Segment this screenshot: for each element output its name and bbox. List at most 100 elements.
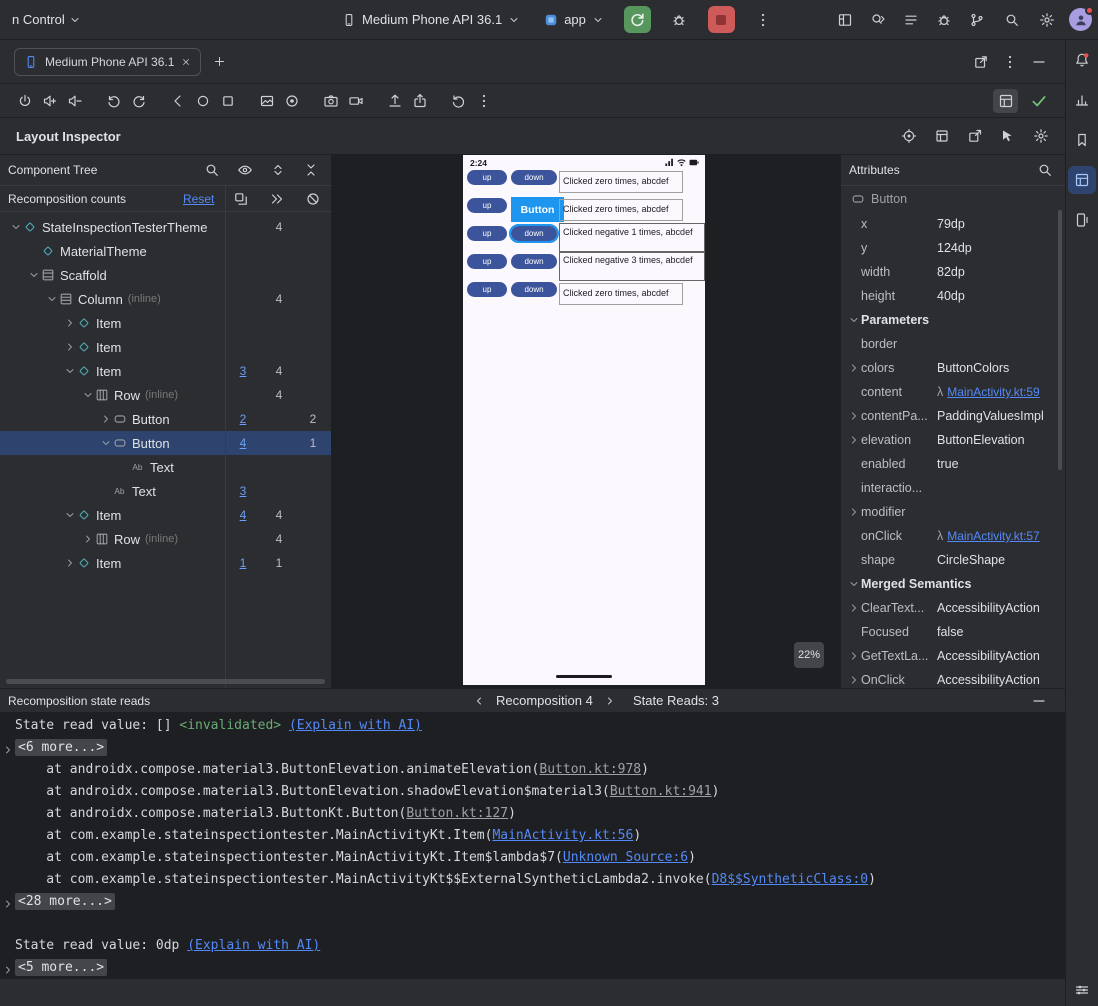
- source-location-link[interactable]: MainActivity.kt:59: [947, 385, 1039, 399]
- horizontal-scrollbar[interactable]: [6, 679, 325, 684]
- chevron-right-icon[interactable]: [847, 362, 861, 374]
- more-vertical-icon[interactable]: [471, 89, 496, 113]
- vertical-scrollbar[interactable]: [1058, 210, 1062, 470]
- skip-count-icon[interactable]: [269, 191, 285, 207]
- tree-row-row[interactable]: Row (inline) 4: [0, 527, 331, 551]
- recomposition-count-link[interactable]: 2: [226, 407, 260, 431]
- attribute-row-x[interactable]: x 79dp: [841, 212, 1065, 236]
- reset-counts-button[interactable]: Reset: [183, 192, 214, 206]
- chevron-right-icon[interactable]: [847, 434, 861, 446]
- down-button[interactable]: down: [511, 282, 557, 297]
- tree-row-column[interactable]: Column (inline) 4: [0, 287, 331, 311]
- tree-row-stateinspectiontestertheme[interactable]: StateInspectionTesterTheme 4: [0, 215, 331, 239]
- attribute-row-elevation[interactable]: elevation ButtonElevation: [841, 428, 1065, 452]
- close-tab-icon[interactable]: [181, 57, 191, 67]
- chevron-down-icon[interactable]: [62, 365, 77, 377]
- hide-console-button[interactable]: [1026, 689, 1051, 713]
- bookmarks-icon[interactable]: [1068, 126, 1096, 154]
- up-button[interactable]: up: [467, 198, 507, 213]
- chevron-right-icon[interactable]: [847, 602, 861, 614]
- chevron-down-icon[interactable]: [44, 293, 59, 305]
- attribute-row-colors[interactable]: colors ButtonColors: [841, 356, 1065, 380]
- tree-row-text[interactable]: Ab Text 3: [0, 479, 331, 503]
- attribute-row-height[interactable]: height 40dp: [841, 284, 1065, 308]
- device-screen[interactable]: 2:24 up down Clicked zero times, abcdef up B…: [463, 155, 705, 685]
- tree-row-item[interactable]: Item: [0, 335, 331, 359]
- down-button[interactable]: down: [509, 224, 559, 243]
- recomposition-count-link[interactable]: 4: [226, 503, 260, 527]
- bug-report-icon[interactable]: [931, 8, 956, 32]
- recomposition-count-link[interactable]: 3: [226, 479, 260, 503]
- fold-chip[interactable]: <5 more...>: [15, 959, 108, 976]
- open-in-new-window-button[interactable]: [968, 50, 993, 74]
- power-icon[interactable]: [12, 89, 37, 113]
- run-configuration-selector[interactable]: app: [540, 9, 608, 30]
- chevron-right-icon[interactable]: [847, 506, 861, 518]
- expand-fold-icon[interactable]: [2, 962, 14, 978]
- settings-gear-icon[interactable]: [1028, 124, 1053, 148]
- recomposition-count-link[interactable]: 4: [226, 431, 260, 455]
- attribute-row-modifier[interactable]: modifier: [841, 500, 1065, 524]
- tree-row-item[interactable]: Item 3 4: [0, 359, 331, 383]
- chevron-right-icon[interactable]: [847, 650, 861, 662]
- source-location-link[interactable]: MainActivity.kt:56: [492, 828, 633, 843]
- tree-row-item[interactable]: Item 4 4: [0, 503, 331, 527]
- sliders-icon[interactable]: [1070, 978, 1095, 1002]
- attribute-row-onclick[interactable]: OnClick AccessibilityAction: [841, 668, 1065, 688]
- upload-icon[interactable]: [382, 89, 407, 113]
- chevron-down-icon[interactable]: [62, 509, 77, 521]
- up-button[interactable]: up: [467, 282, 507, 297]
- clear-highlight-icon[interactable]: [305, 191, 321, 207]
- task-list-icon[interactable]: [898, 8, 923, 32]
- source-location-link[interactable]: Button.kt:941: [610, 784, 712, 799]
- tab-medium-phone[interactable]: Medium Phone API 36.1: [14, 47, 202, 76]
- screenshot-icon[interactable]: [254, 89, 279, 113]
- recomposition-count-link[interactable]: 3: [226, 359, 260, 383]
- source-location-link[interactable]: D8$$SyntheticClass:0: [712, 872, 869, 887]
- chevron-right-icon[interactable]: [62, 317, 77, 329]
- search-icon[interactable]: [199, 158, 224, 182]
- tree-row-materialtheme[interactable]: MaterialTheme: [0, 239, 331, 263]
- settings-button[interactable]: [1034, 8, 1059, 32]
- source-location-link[interactable]: Unknown Source:6: [563, 850, 688, 865]
- snapshot-icon[interactable]: [929, 124, 954, 148]
- visibility-icon[interactable]: [232, 158, 257, 182]
- source-location-link[interactable]: (Explain with AI): [187, 938, 320, 953]
- highlight-icon[interactable]: [896, 124, 921, 148]
- source-location-link[interactable]: Button.kt:978: [539, 762, 641, 777]
- search-everywhere-button[interactable]: [999, 8, 1024, 32]
- running-devices-icon[interactable]: [1068, 206, 1096, 234]
- collapse-all-icon[interactable]: [298, 158, 323, 182]
- recomposition-count-icon[interactable]: [233, 191, 249, 207]
- restore-icon[interactable]: [446, 89, 471, 113]
- tree-row-button[interactable]: Button 4 1: [0, 431, 331, 455]
- tree-row-item[interactable]: Item: [0, 311, 331, 335]
- search-arrow-icon[interactable]: [865, 8, 890, 32]
- back-icon[interactable]: [165, 89, 190, 113]
- chevron-right-icon[interactable]: [847, 674, 861, 686]
- fold-chip[interactable]: <28 more...>: [15, 893, 115, 910]
- chevron-down-icon[interactable]: [8, 221, 23, 233]
- attributes-search-button[interactable]: [1032, 158, 1057, 182]
- next-recomposition-button[interactable]: [598, 689, 623, 713]
- overview-icon[interactable]: [215, 89, 240, 113]
- menu-version-control[interactable]: n Control: [6, 8, 87, 31]
- previous-recomposition-button[interactable]: [466, 689, 491, 713]
- rerun-button[interactable]: [623, 6, 651, 33]
- volume-down-icon[interactable]: [62, 89, 87, 113]
- chevron-down-icon[interactable]: [847, 578, 861, 590]
- tree-row-scaffold[interactable]: Scaffold: [0, 263, 331, 287]
- tree-row-button[interactable]: Button 2 2: [0, 407, 331, 431]
- tree-row-text[interactable]: Ab Text: [0, 455, 331, 479]
- down-button[interactable]: down: [511, 254, 557, 269]
- device-selector[interactable]: Medium Phone API 36.1: [338, 9, 524, 30]
- layout-inspector-icon[interactable]: [1068, 166, 1096, 194]
- tree-row-row[interactable]: Row (inline) 4: [0, 383, 331, 407]
- chevron-down-icon[interactable]: [26, 269, 41, 281]
- chevron-right-icon[interactable]: [62, 557, 77, 569]
- hide-tool-window-button[interactable]: [1026, 50, 1051, 74]
- camera-icon[interactable]: [318, 89, 343, 113]
- up-button[interactable]: up: [467, 226, 507, 241]
- up-button[interactable]: up: [467, 254, 507, 269]
- attribute-row-enabled[interactable]: enabled true: [841, 452, 1065, 476]
